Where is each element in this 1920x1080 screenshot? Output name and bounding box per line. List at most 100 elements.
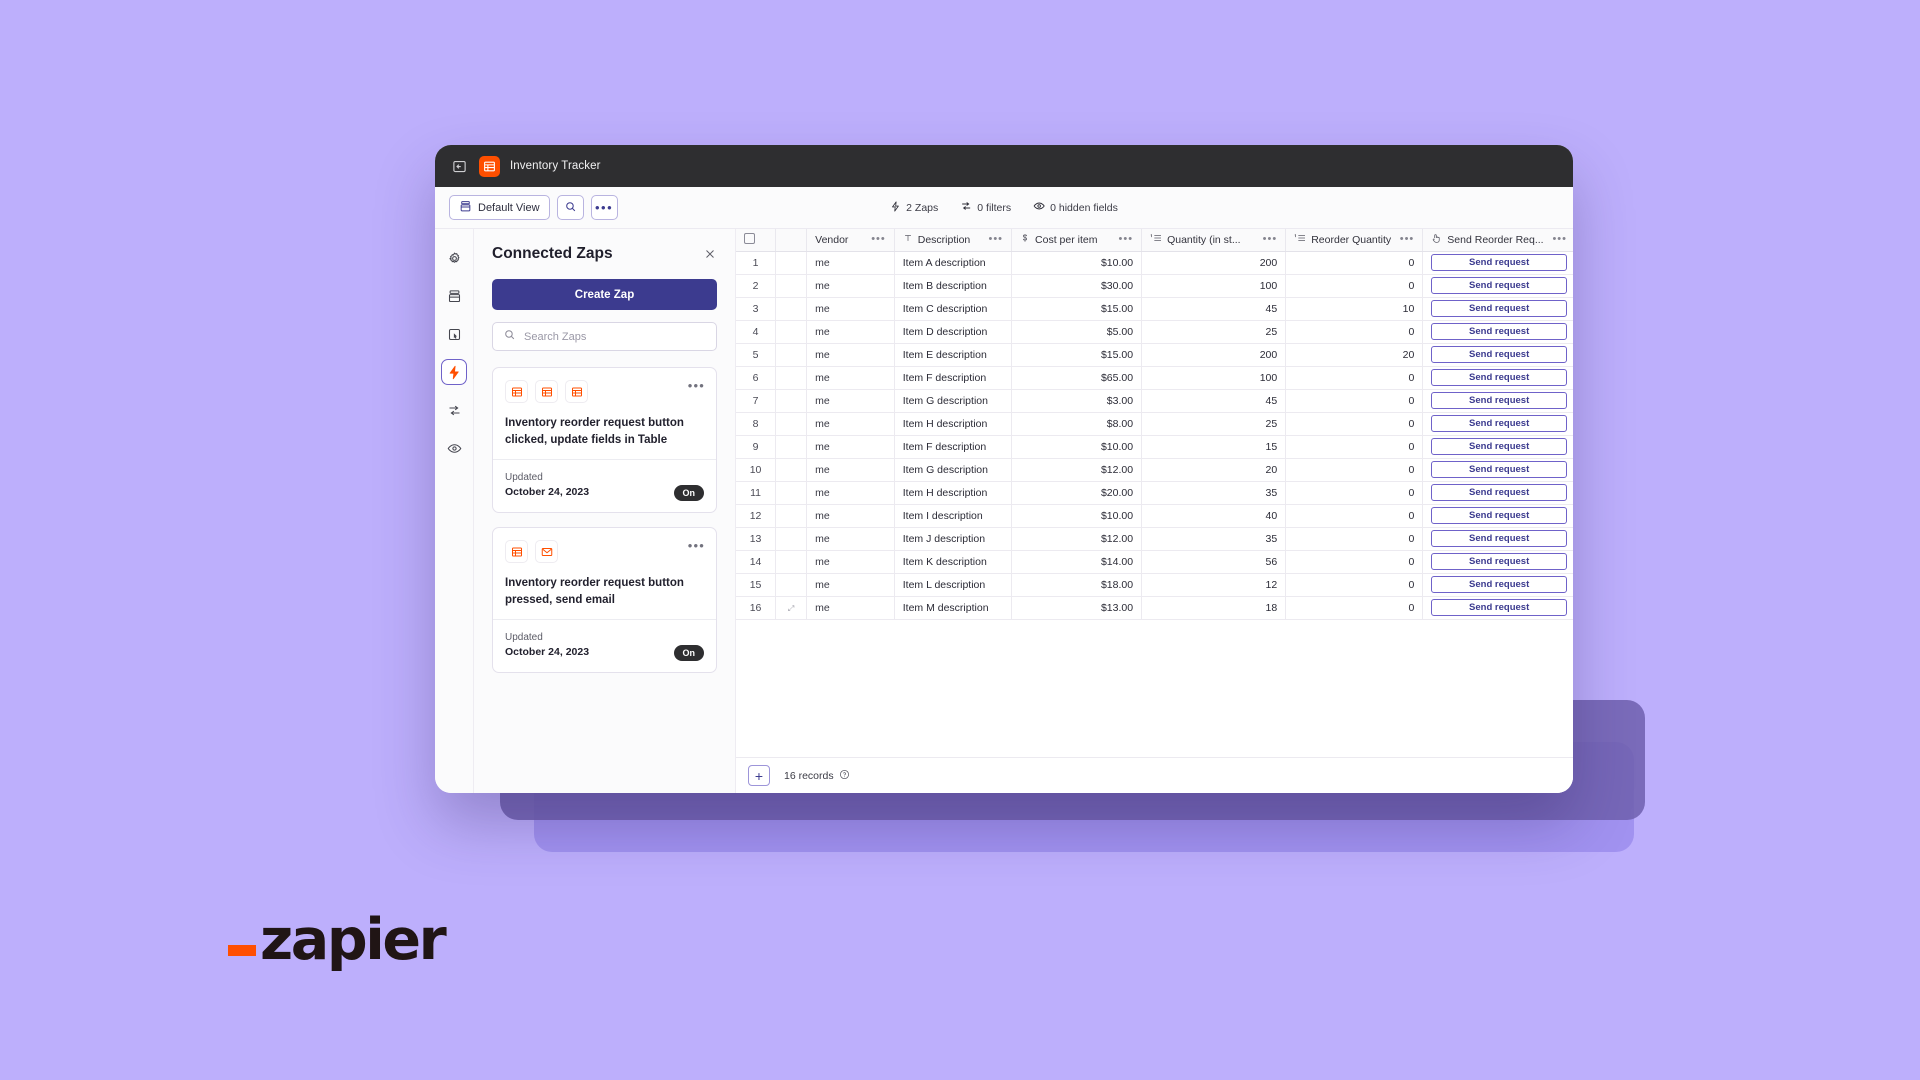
cell-description[interactable]: Item E description [894,343,1013,367]
cell-quantity[interactable]: 12 [1141,573,1287,597]
ellipsis-icon[interactable]: ••• [688,539,705,552]
table-row[interactable]: 4 me Item D description $5.00 25 0 Send reques… [736,320,1573,344]
cell-cost-per-item[interactable]: $12.00 [1011,458,1143,482]
table-row[interactable]: 16 ⤢ me Item M description $13.00 18 0 Send req… [736,596,1573,620]
table-row[interactable]: 12 me Item I description $10.00 40 0 Send requ… [736,504,1573,528]
default-view-button[interactable]: Default View [449,195,550,220]
cell-vendor[interactable]: me [806,481,895,505]
back-arrow-icon[interactable] [449,156,469,176]
help-circle-icon[interactable] [839,769,850,783]
cell-cost-per-item[interactable]: $14.00 [1011,550,1143,574]
cell-vendor[interactable]: me [806,297,895,321]
expand-row-icon[interactable] [775,366,808,390]
cell-quantity[interactable]: 100 [1141,366,1287,390]
cell-cost-per-item[interactable]: $13.00 [1011,596,1143,620]
column-header-send-reorder-request[interactable]: Send Reorder Req... ••• [1422,229,1573,252]
sidebar-item-interfaces[interactable] [441,321,467,347]
cell-vendor[interactable]: me [806,320,895,344]
send-request-button[interactable]: Send request [1431,553,1567,570]
zap-card[interactable]: ••• [492,367,717,514]
send-request-button[interactable]: Send request [1431,415,1567,432]
cell-quantity[interactable]: 25 [1141,412,1287,436]
column-header-cost-per-item[interactable]: Cost per item ••• [1011,229,1143,252]
cell-vendor[interactable]: me [806,274,895,298]
column-header-select[interactable] [736,229,777,252]
ellipsis-icon[interactable]: ••• [988,234,1003,245]
create-zap-button[interactable]: Create Zap [492,279,717,310]
expand-row-icon[interactable] [775,435,808,459]
cell-reorder-quantity[interactable]: 0 [1285,527,1424,551]
cell-vendor[interactable]: me [806,596,895,620]
expand-row-icon[interactable] [775,343,808,367]
cell-quantity[interactable]: 45 [1141,297,1287,321]
cell-description[interactable]: Item H description [894,481,1013,505]
column-header-reorder-quantity[interactable]: Reorder Quantity ••• [1285,229,1424,252]
table-row[interactable]: 8 me Item H description $8.00 25 0 Send reques… [736,412,1573,436]
cell-quantity[interactable]: 35 [1141,481,1287,505]
cell-vendor[interactable]: me [806,504,895,528]
send-request-button[interactable]: Send request [1431,277,1567,294]
send-request-button[interactable]: Send request [1431,300,1567,317]
expand-row-icon[interactable] [775,389,808,413]
cell-cost-per-item[interactable]: $8.00 [1011,412,1143,436]
table-row[interactable]: 1 me Item A description $10.00 200 0 Send requ… [736,251,1573,275]
send-request-button[interactable]: Send request [1431,323,1567,340]
search-zaps-input[interactable] [524,330,706,343]
ellipsis-icon[interactable]: ••• [1400,234,1415,245]
table-row[interactable]: 14 me Item K description $14.00 56 0 Send requ… [736,550,1573,574]
expand-row-icon[interactable] [775,550,808,574]
cell-reorder-quantity[interactable]: 0 [1285,366,1424,390]
cell-quantity[interactable]: 40 [1141,504,1287,528]
search-button[interactable] [556,195,584,220]
search-zaps-field[interactable] [492,322,717,351]
table-row[interactable]: 13 me Item J description $12.00 35 0 Send requ… [736,527,1573,551]
zaps-count-indicator[interactable]: 2 Zaps [890,201,938,215]
send-request-button[interactable]: Send request [1431,507,1567,524]
cell-quantity[interactable]: 200 [1141,343,1287,367]
cell-description[interactable]: Item A description [894,251,1013,275]
expand-row-icon[interactable] [775,297,808,321]
cell-vendor[interactable]: me [806,251,895,275]
cell-description[interactable]: Item C description [894,297,1013,321]
expand-row-icon[interactable] [775,481,808,505]
expand-row-icon[interactable] [775,251,808,275]
cell-vendor[interactable]: me [806,573,895,597]
send-request-button[interactable]: Send request [1431,484,1567,501]
cell-cost-per-item[interactable]: $65.00 [1011,366,1143,390]
cell-vendor[interactable]: me [806,389,895,413]
zap-toggle[interactable]: On [673,485,704,502]
cell-cost-per-item[interactable]: $15.00 [1011,297,1143,321]
cell-description[interactable]: Item M description [894,596,1013,620]
cell-vendor[interactable]: me [806,435,895,459]
table-row[interactable]: 11 me Item H description $20.00 35 0 Send requ… [736,481,1573,505]
send-request-button[interactable]: Send request [1431,346,1567,363]
cell-vendor[interactable]: me [806,412,895,436]
cell-reorder-quantity[interactable]: 0 [1285,389,1424,413]
cell-quantity[interactable]: 25 [1141,320,1287,344]
cell-vendor[interactable]: me [806,550,895,574]
ellipsis-icon[interactable]: ••• [1119,234,1134,245]
cell-description[interactable]: Item J description [894,527,1013,551]
cell-reorder-quantity[interactable]: 0 [1285,435,1424,459]
cell-quantity[interactable]: 35 [1141,527,1287,551]
cell-quantity[interactable]: 18 [1141,596,1287,620]
cell-reorder-quantity[interactable]: 0 [1285,596,1424,620]
cell-cost-per-item[interactable]: $10.00 [1011,435,1143,459]
send-request-button[interactable]: Send request [1431,392,1567,409]
cell-cost-per-item[interactable]: $10.00 [1011,251,1143,275]
sidebar-item-zaps[interactable] [441,359,467,385]
cell-description[interactable]: Item I description [894,504,1013,528]
cell-description[interactable]: Item F description [894,435,1013,459]
send-request-button[interactable]: Send request [1431,461,1567,478]
close-icon[interactable] [703,247,717,261]
table-row[interactable]: 6 me Item F description $65.00 100 0 Send requ… [736,366,1573,390]
cell-reorder-quantity[interactable]: 0 [1285,320,1424,344]
cell-vendor[interactable]: me [806,343,895,367]
cell-reorder-quantity[interactable]: 20 [1285,343,1424,367]
send-request-button[interactable]: Send request [1431,438,1567,455]
expand-row-icon[interactable] [775,573,808,597]
ellipsis-icon[interactable]: ••• [688,379,705,392]
send-request-button[interactable]: Send request [1431,369,1567,386]
send-request-button[interactable]: Send request [1431,599,1567,616]
cell-reorder-quantity[interactable]: 0 [1285,550,1424,574]
